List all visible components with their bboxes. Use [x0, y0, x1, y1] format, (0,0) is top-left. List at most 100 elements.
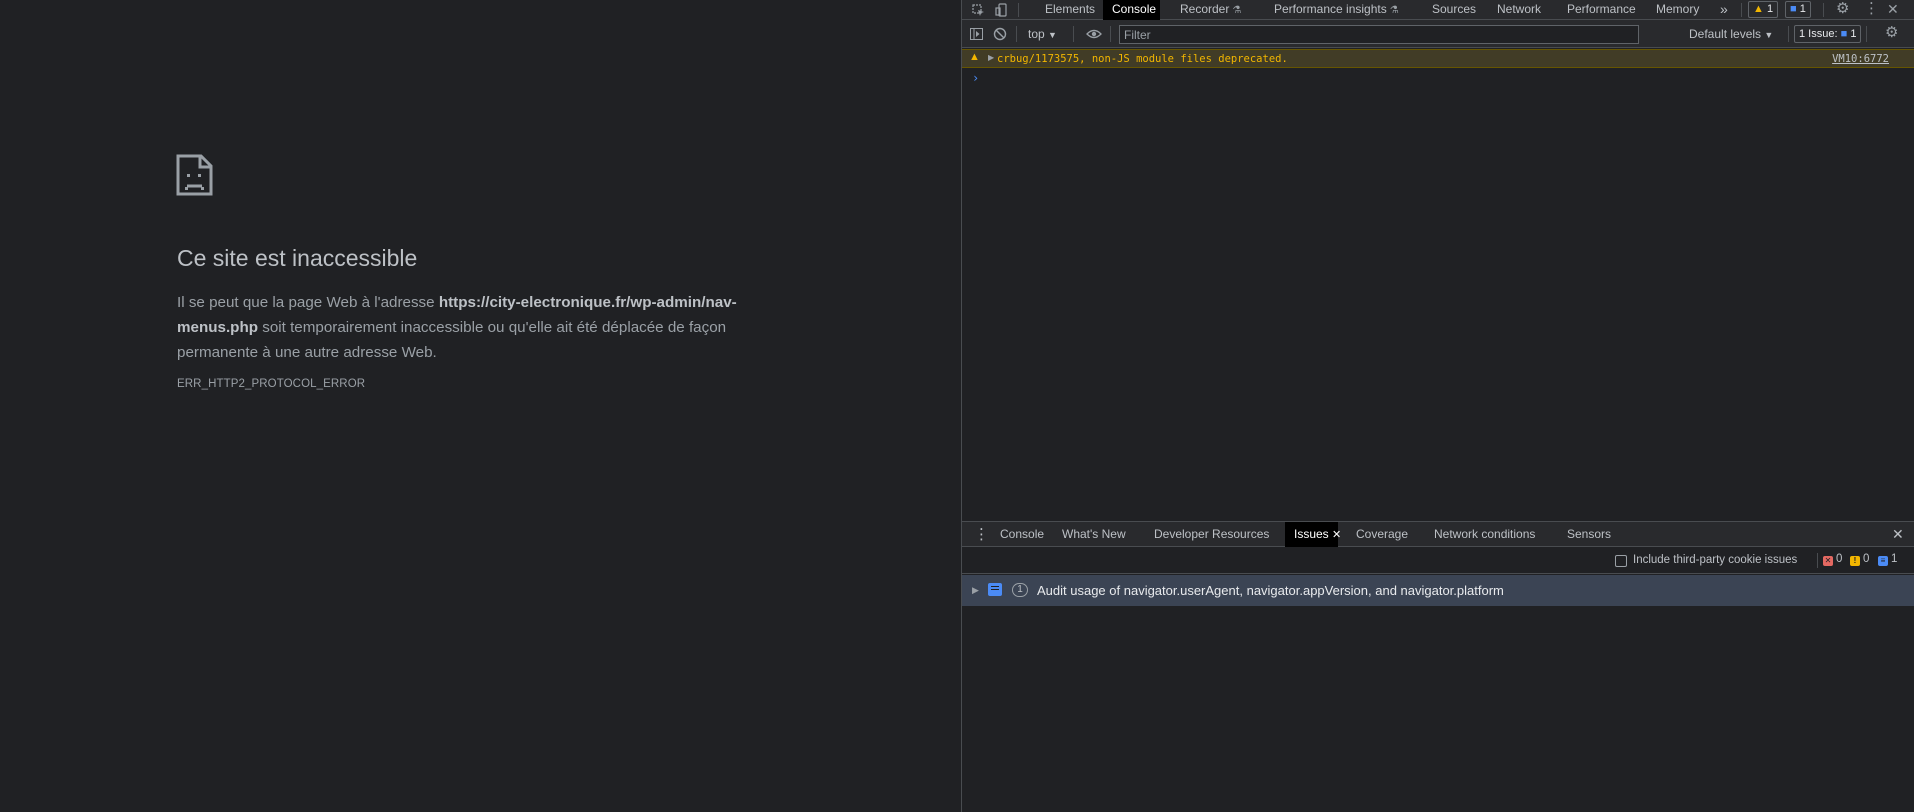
separator [1741, 3, 1742, 17]
dropdown-arrow-icon: ▼ [1048, 30, 1057, 40]
log-levels-value: Default levels [1689, 27, 1762, 41]
error-description: Il se peut que la page Web à l'adresse h… [177, 290, 747, 365]
inspect-element-icon[interactable] [972, 4, 985, 17]
tab-memory[interactable]: Memory [1656, 0, 1699, 20]
separator [1788, 26, 1789, 42]
close-tab-icon[interactable]: ✕ [1332, 529, 1341, 541]
log-levels-select[interactable]: Default levels ▼ [1689, 20, 1773, 49]
tab-console-label: Console [1112, 2, 1157, 16]
drawer-tabbar: ⋮ Console What's New Developer Resources… [962, 521, 1914, 547]
error-issues-count[interactable]: ✕ 0 [1823, 553, 1842, 566]
tab-performance[interactable]: Performance [1567, 0, 1636, 20]
issues-toolbar: Include third-party cookie issues ✕ 0 ! 0 … [962, 547, 1914, 574]
separator [1016, 26, 1017, 42]
issues-counter-label: 1 Issue: [1799, 28, 1838, 40]
drawer-menu-kebab-icon[interactable]: ⋮ [974, 522, 989, 547]
warnings-count: 1 [1766, 3, 1774, 15]
info-message-icon [988, 583, 1002, 596]
error-icon: ✕ [1823, 556, 1833, 566]
drawer-tab-network-conditions[interactable]: Network conditions [1434, 522, 1535, 547]
more-tabs-button[interactable]: » [1720, 0, 1728, 20]
tab-performance-insights[interactable]: Performance insights ⚗ [1274, 0, 1399, 20]
drawer-tab-whats-new[interactable]: What's New [1062, 522, 1126, 547]
error-issues-value: 0 [1836, 553, 1843, 565]
error-title: Ce site est inaccessible [177, 245, 418, 271]
separator [1110, 26, 1111, 42]
error-page: Ce site est inaccessible Il se peut que … [0, 0, 961, 812]
drawer-tab-issues[interactable]: Issues ✕ [1285, 522, 1341, 547]
tab-recorder-label: Recorder [1180, 2, 1230, 16]
drawer-tab-whats-new-label: What's New [1062, 527, 1126, 541]
error-description-end: soit temporairement inaccessible ou qu'e… [177, 319, 727, 361]
include-third-party-label: Include third-party cookie issues [1633, 554, 1798, 566]
message-icon: ■ [1790, 3, 1797, 15]
error-description-start: Il se peut que la page Web à l'adresse [177, 294, 439, 311]
devtools-panel: Elements Console Recorder ⚗ Performance i… [961, 0, 1914, 812]
drawer-tab-developer-resources[interactable]: Developer Resources [1154, 522, 1269, 547]
clear-console-icon[interactable] [993, 27, 1007, 41]
close-devtools-icon[interactable]: ✕ [1887, 0, 1899, 19]
warning-issues-count[interactable]: ! 0 [1850, 553, 1869, 566]
messages-counter-button[interactable]: ■ 1 [1785, 1, 1811, 18]
devtools-main-tabbar: Elements Console Recorder ⚗ Performance i… [962, 0, 1914, 20]
console-message-text: crbug/1173575, non-JS module files depre… [997, 53, 1288, 65]
close-drawer-icon[interactable]: ✕ [1892, 522, 1904, 547]
device-toolbar-icon[interactable] [995, 3, 1009, 17]
tab-memory-label: Memory [1656, 2, 1700, 16]
info-issues-value: 1 [1891, 553, 1898, 565]
include-third-party-checkbox[interactable] [1615, 555, 1627, 567]
issues-counter-button[interactable]: 1 Issue: ■ 1 [1794, 25, 1862, 43]
warning-icon: ! [1850, 556, 1860, 566]
info-issues-count[interactable]: ≡ 1 [1878, 553, 1897, 566]
tab-sources[interactable]: Sources [1432, 0, 1476, 20]
issues-counter-value: 1 [1850, 28, 1857, 40]
sad-document-icon [176, 154, 213, 196]
expand-arrow-icon[interactable]: ▶ [988, 53, 994, 62]
console-filter-input[interactable] [1119, 25, 1639, 44]
drawer-tab-issues-label: Issues [1294, 527, 1329, 541]
console-prompt[interactable]: › [972, 71, 979, 85]
issue-item[interactable]: ▶ 1 Audit usage of navigator.userAgent, … [962, 575, 1914, 606]
console-message-source-link[interactable]: VM10:6772 [1832, 53, 1889, 65]
issue-occurrence-count: 1 [1012, 583, 1028, 597]
drawer-tab-coverage-label: Coverage [1356, 527, 1409, 541]
issue-title: Audit usage of navigator.userAgent, navi… [1037, 583, 1504, 598]
drawer-tab-network-conditions-label: Network conditions [1434, 527, 1536, 541]
dropdown-arrow-icon: ▼ [1764, 30, 1774, 40]
drawer-tab-sensors[interactable]: Sensors [1567, 522, 1611, 547]
tab-console[interactable]: Console [1103, 0, 1160, 20]
expand-arrow-icon[interactable]: ▶ [972, 585, 979, 596]
drawer-tab-console[interactable]: Console [1000, 522, 1044, 547]
drawer-tab-console-label: Console [1000, 527, 1045, 541]
more-options-kebab-icon[interactable]: ⋮ [1864, 0, 1879, 19]
separator [1817, 553, 1818, 568]
warning-triangle-icon: ▲ [969, 51, 980, 63]
tab-sources-label: Sources [1432, 2, 1477, 16]
console-warning-message[interactable]: ▲ ▶ crbug/1173575, non-JS module files d… [962, 49, 1914, 68]
separator [1823, 3, 1824, 17]
warning-issues-value: 0 [1863, 553, 1870, 565]
tab-performance-label: Performance [1567, 2, 1636, 16]
tab-network[interactable]: Network [1497, 0, 1541, 20]
console-settings-gear-icon[interactable]: ⚙ [1885, 23, 1898, 43]
drawer-tab-developer-resources-label: Developer Resources [1154, 527, 1270, 541]
drawer-tab-sensors-label: Sensors [1567, 527, 1612, 541]
live-expression-eye-icon[interactable] [1086, 29, 1102, 39]
tab-recorder[interactable]: Recorder ⚗ [1180, 0, 1241, 20]
settings-gear-icon[interactable]: ⚙ [1836, 0, 1849, 19]
tab-performance-insights-label: Performance insights [1274, 2, 1387, 16]
error-code: ERR_HTTP2_PROTOCOL_ERROR [177, 378, 366, 390]
warnings-counter-button[interactable]: ▲ 1 [1748, 1, 1779, 18]
experimental-flask-icon: ⚗ [1389, 5, 1399, 16]
console-toolbar: top ▼ Default levels ▼ 1 Issue: ■ 1 ⚙ [962, 20, 1914, 48]
drawer-tab-coverage[interactable]: Coverage [1356, 522, 1408, 547]
show-sidebar-icon[interactable] [970, 28, 983, 40]
separator [1073, 26, 1074, 42]
info-icon: ≡ [1878, 556, 1888, 566]
info-issue-icon: ■ [1840, 28, 1848, 40]
tab-elements-label: Elements [1045, 2, 1096, 16]
tab-elements[interactable]: Elements [1043, 0, 1097, 20]
execution-context-select[interactable]: top ▼ [1028, 20, 1057, 49]
messages-count: 1 [1799, 3, 1806, 15]
warning-icon: ▲ [1753, 3, 1764, 15]
